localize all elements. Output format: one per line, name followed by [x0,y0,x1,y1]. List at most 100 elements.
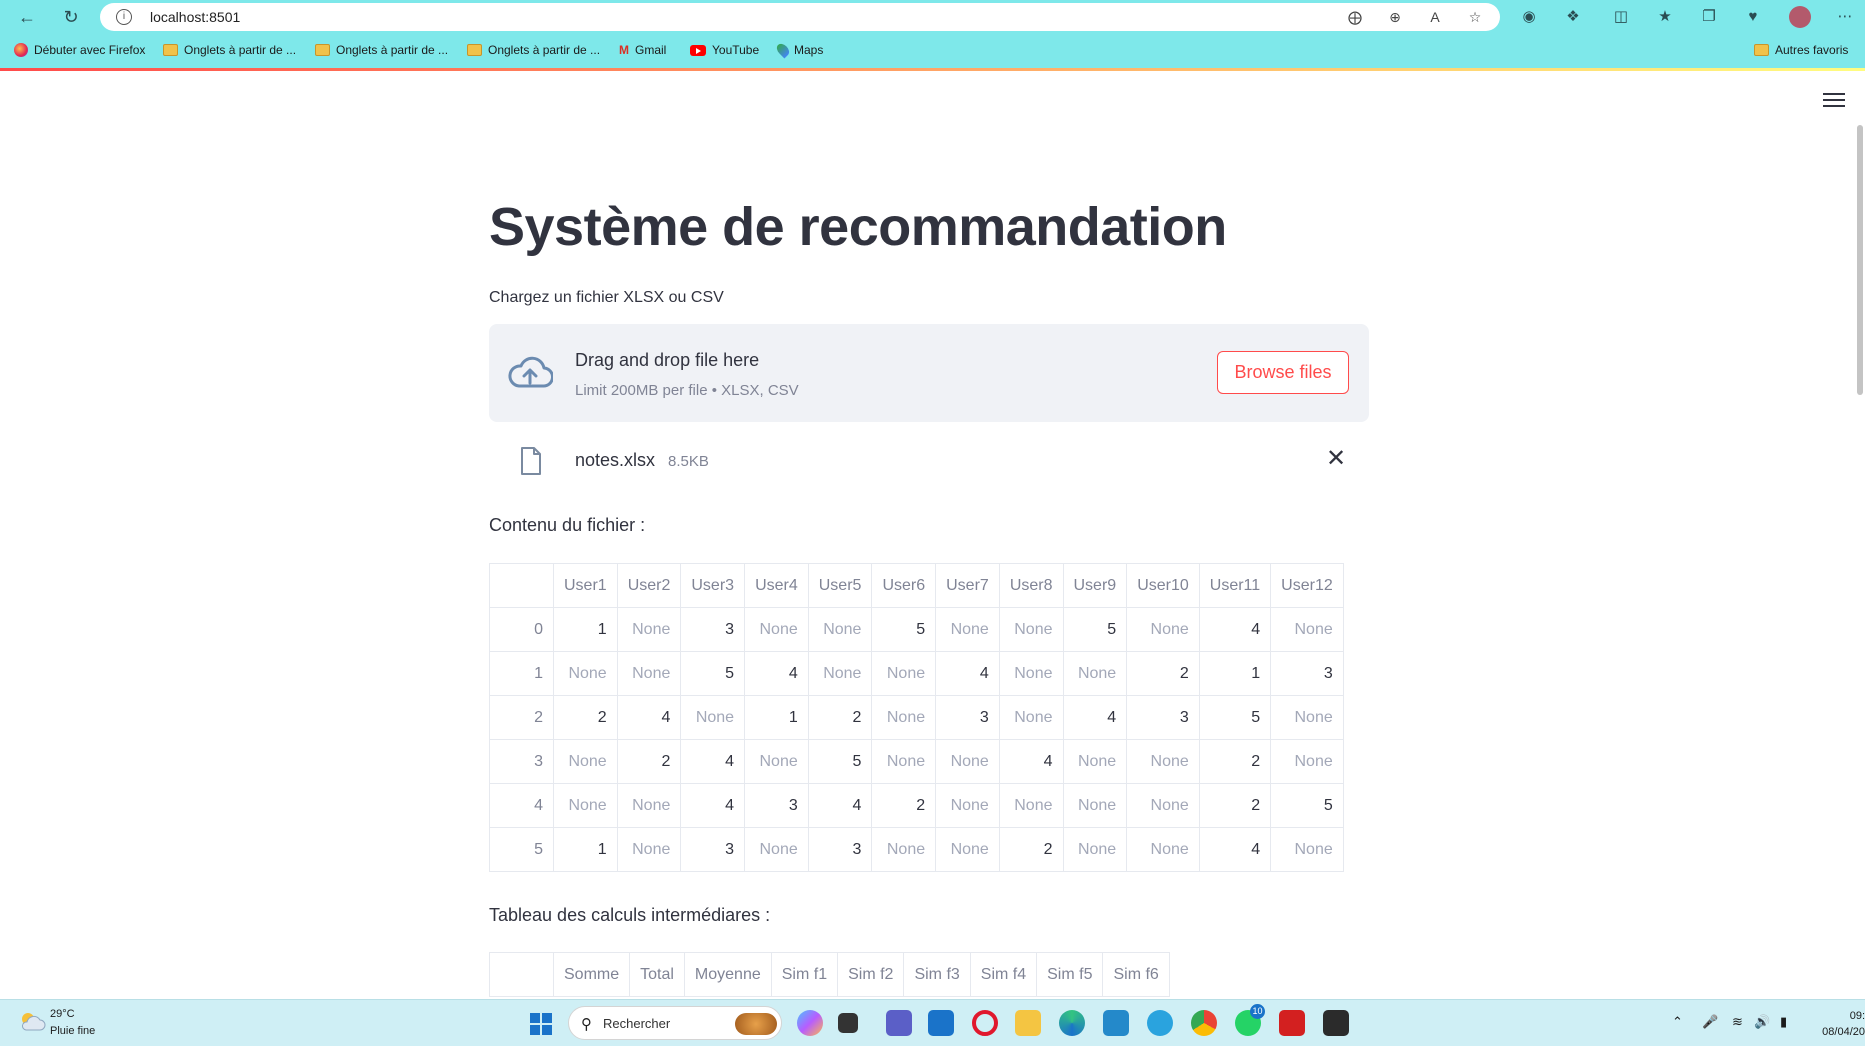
column-header[interactable]: User10 [1126,563,1200,608]
column-header[interactable]: User6 [871,563,937,608]
column-header[interactable]: Sim f6 [1102,952,1170,997]
table-cell[interactable]: 2 [1198,739,1272,784]
translate-icon[interactable]: ⨁ [1346,8,1364,26]
table-cell[interactable]: None [935,783,1000,828]
bookmark-item[interactable]: M Gmail [619,43,666,57]
more-menu-icon[interactable]: ⋯ [1834,6,1856,28]
zoom-icon[interactable]: ⊕ [1386,8,1404,26]
table-cell[interactable]: None [871,651,937,696]
table-cell[interactable]: 4 [935,651,1000,696]
column-header[interactable]: Sim f3 [903,952,971,997]
table-cell[interactable]: None [553,783,618,828]
table-cell[interactable]: 2 [616,739,682,784]
table-cell[interactable]: 5 [1062,607,1128,652]
collections-icon[interactable]: ❐ [1698,6,1720,28]
table-cell[interactable]: None [616,783,682,828]
main-menu-icon[interactable] [1823,93,1845,109]
column-header[interactable] [489,563,554,608]
column-header[interactable]: User11 [1198,563,1272,608]
table-cell[interactable]: 4 [807,783,873,828]
table-cell[interactable]: 3 [680,607,746,652]
column-header[interactable] [489,952,554,997]
taskbar-search[interactable]: ⚲ Rechercher [568,1006,782,1040]
read-aloud-icon[interactable]: A [1426,8,1444,26]
table-cell[interactable]: None [1126,739,1200,784]
table-cell[interactable]: None [1270,607,1344,652]
row-index[interactable]: 5 [489,827,554,872]
table-cell[interactable]: None [1062,739,1128,784]
chevron-up-icon[interactable]: ⌃ [1672,1014,1683,1030]
table-cell[interactable]: None [1062,651,1128,696]
address-bar[interactable]: i localhost:8501 ⨁ ⊕ A ☆ [100,3,1500,31]
telegram-icon[interactable] [1147,1010,1173,1036]
row-index[interactable]: 4 [489,783,554,828]
chrome-icon[interactable] [1191,1010,1217,1036]
table-cell[interactable]: 1 [1198,651,1272,696]
table-cell[interactable]: 3 [744,783,809,828]
table-cell[interactable]: 4 [616,695,682,740]
bookmark-item[interactable]: Débuter avec Firefox [14,43,145,57]
bookmark-item[interactable]: Onglets à partir de ... [315,43,448,57]
performance-icon[interactable]: ♥ [1742,6,1764,28]
browse-files-button[interactable]: Browse files [1217,351,1349,394]
table-cell[interactable]: None [744,827,809,872]
table-cell[interactable]: 2 [553,695,618,740]
table-cell[interactable]: 2 [998,827,1064,872]
column-header[interactable]: Total [629,952,685,997]
table-cell[interactable]: 3 [680,827,746,872]
table-cell[interactable]: 4 [998,739,1064,784]
table-cell[interactable]: None [998,607,1064,652]
table-cell[interactable]: 4 [1198,607,1272,652]
column-header[interactable]: User5 [807,563,873,608]
table-cell[interactable]: None [935,607,1000,652]
microphone-icon[interactable]: 🎤 [1702,1014,1718,1030]
extension-icon[interactable]: ◉ [1518,6,1540,28]
favorite-star-icon[interactable]: ☆ [1466,8,1484,26]
table-cell[interactable]: 5 [680,651,746,696]
url-text[interactable]: localhost:8501 [150,9,240,25]
table-cell[interactable]: 1 [553,827,618,872]
table-cell[interactable]: 4 [680,783,746,828]
table-cell[interactable]: None [744,607,809,652]
row-index[interactable]: 2 [489,695,554,740]
table-cell[interactable]: 1 [553,607,618,652]
table-cell[interactable]: None [998,651,1064,696]
table-cell[interactable]: 2 [1126,651,1200,696]
table-cell[interactable]: 4 [744,651,809,696]
teams-icon[interactable] [886,1010,912,1036]
site-info-icon[interactable]: i [116,9,132,25]
opera-icon[interactable] [972,1010,998,1036]
windows-start-icon[interactable] [530,1013,552,1035]
terminal-icon[interactable] [1323,1010,1349,1036]
store-icon[interactable] [928,1010,954,1036]
column-header[interactable]: User2 [616,563,682,608]
column-header[interactable]: User8 [998,563,1064,608]
ratings-dataframe[interactable]: User1 User2 User3 User4 User5 User6 User… [489,563,1344,872]
table-cell[interactable]: 5 [871,607,937,652]
table-cell[interactable]: None [680,695,746,740]
bookmark-item[interactable]: Maps [774,41,823,59]
split-screen-icon[interactable]: ◫ [1610,6,1632,28]
remove-file-icon[interactable]: ✕ [1325,447,1347,471]
table-cell[interactable]: 4 [1062,695,1128,740]
table-cell[interactable]: None [616,827,682,872]
refresh-icon[interactable]: ↻ [60,6,82,28]
weather-temperature[interactable]: 29°C [50,1008,75,1020]
other-bookmarks[interactable]: Autres favoris [1754,43,1848,57]
wifi-icon[interactable]: ≋ [1732,1014,1743,1030]
table-cell[interactable]: 4 [680,739,746,784]
favorites-icon[interactable]: ★ [1654,6,1676,28]
table-cell[interactable]: None [616,607,682,652]
table-cell[interactable]: 4 [1198,827,1272,872]
task-view-icon[interactable] [838,1013,858,1033]
table-cell[interactable]: None [1062,827,1128,872]
extensions-puzzle-icon[interactable]: ❖ [1562,6,1584,28]
profile-avatar[interactable] [1789,6,1811,28]
table-cell[interactable]: None [1126,607,1200,652]
table-cell[interactable]: 5 [1198,695,1272,740]
table-cell[interactable]: None [935,827,1000,872]
table-cell[interactable]: 3 [1270,651,1344,696]
vscode-icon[interactable] [1103,1010,1129,1036]
row-index[interactable]: 1 [489,651,554,696]
table-cell[interactable]: None [1270,695,1344,740]
